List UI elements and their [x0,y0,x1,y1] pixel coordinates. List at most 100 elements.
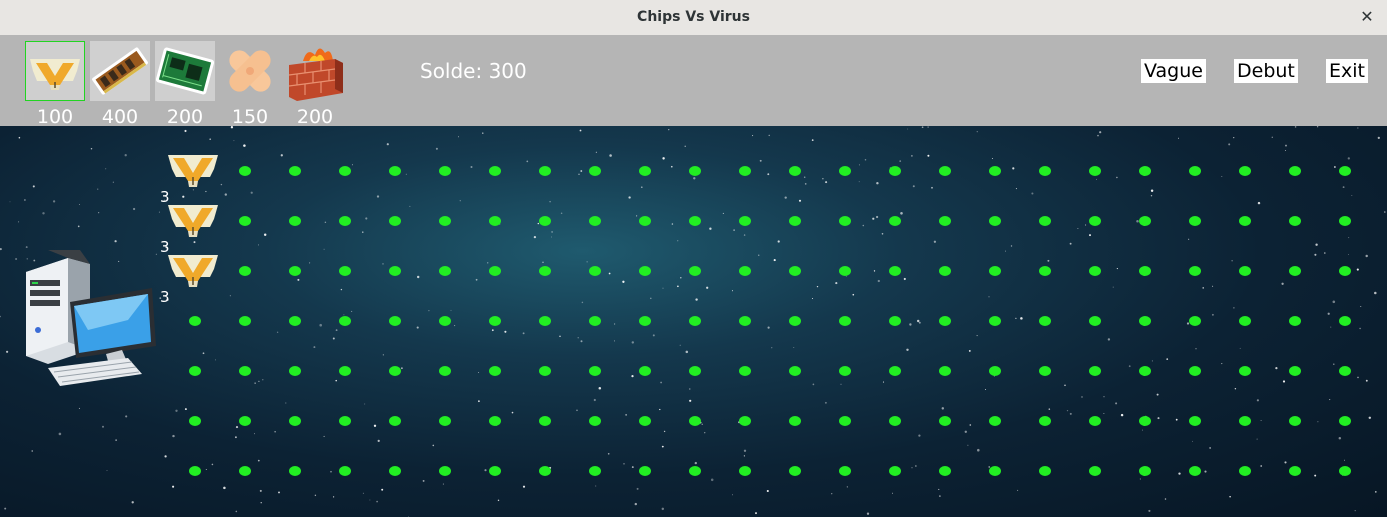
defender-chip-v[interactable] [166,249,220,293]
grid-cell[interactable] [889,216,901,226]
grid-cell[interactable] [539,466,551,476]
grid-cell[interactable] [339,316,351,326]
defender-chip-v[interactable] [166,199,220,243]
grid-cell[interactable] [1239,216,1251,226]
grid-cell[interactable] [289,266,301,276]
grid-cell[interactable] [1339,416,1351,426]
grid-cell[interactable] [389,216,401,226]
grid-cell[interactable] [1339,366,1351,376]
grid-cell[interactable] [889,366,901,376]
grid-cell[interactable] [989,466,1001,476]
grid-cell[interactable] [689,266,701,276]
shop-item-ram[interactable]: 400 [90,41,150,128]
grid-cell[interactable] [539,166,551,176]
grid-cell[interactable] [389,416,401,426]
grid-cell[interactable] [939,316,951,326]
grid-cell[interactable] [889,166,901,176]
grid-cell[interactable] [289,416,301,426]
grid-cell[interactable] [1239,316,1251,326]
grid-cell[interactable] [1039,316,1051,326]
grid-cell[interactable] [1189,416,1201,426]
grid-cell[interactable] [789,166,801,176]
grid-cell[interactable] [689,366,701,376]
grid-cell[interactable] [989,166,1001,176]
grid-cell[interactable] [789,316,801,326]
grid-cell[interactable] [839,366,851,376]
grid-cell[interactable] [539,416,551,426]
grid-cell[interactable] [389,166,401,176]
grid-cell[interactable] [239,316,251,326]
grid-cell[interactable] [339,366,351,376]
grid-cell[interactable] [539,216,551,226]
grid-cell[interactable] [489,416,501,426]
grid-cell[interactable] [1189,266,1201,276]
grid-cell[interactable] [1189,216,1201,226]
grid-cell[interactable] [439,416,451,426]
grid-cell[interactable] [589,416,601,426]
grid-cell[interactable] [789,216,801,226]
grid-cell[interactable] [239,166,251,176]
grid-cell[interactable] [1139,416,1151,426]
grid-cell[interactable] [639,166,651,176]
grid-cell[interactable] [1339,266,1351,276]
grid-cell[interactable] [889,266,901,276]
grid-cell[interactable] [589,466,601,476]
grid-cell[interactable] [589,316,601,326]
grid-cell[interactable] [289,366,301,376]
grid-cell[interactable] [1039,416,1051,426]
grid-cell[interactable] [1189,166,1201,176]
grid-cell[interactable] [1089,166,1101,176]
close-button[interactable]: ✕ [1355,6,1379,28]
grid-cell[interactable] [1239,166,1251,176]
shop-item-bandage[interactable]: 150 [220,41,280,128]
grid-cell[interactable] [989,416,1001,426]
grid-cell[interactable] [1089,416,1101,426]
grid-cell[interactable] [739,266,751,276]
grid-cell[interactable] [939,216,951,226]
grid-cell[interactable] [1089,466,1101,476]
grid-cell[interactable] [539,316,551,326]
grid-cell[interactable] [639,366,651,376]
grid-cell[interactable] [839,266,851,276]
grid-cell[interactable] [839,466,851,476]
grid-cell[interactable] [289,316,301,326]
grid-cell[interactable] [789,416,801,426]
grid-cell[interactable] [1139,216,1151,226]
grid-cell[interactable] [939,466,951,476]
grid-cell[interactable] [639,416,651,426]
grid-cell[interactable] [239,216,251,226]
start-button[interactable]: Debut [1234,59,1298,83]
grid-cell[interactable] [1339,466,1351,476]
grid-cell[interactable] [1289,466,1301,476]
grid-cell[interactable] [1039,266,1051,276]
grid-cell[interactable] [939,366,951,376]
grid-cell[interactable] [1339,166,1351,176]
grid-cell[interactable] [1139,366,1151,376]
grid-cell[interactable] [989,366,1001,376]
grid-cell[interactable] [589,266,601,276]
grid-cell[interactable] [989,316,1001,326]
grid-cell[interactable] [1289,166,1301,176]
grid-cell[interactable] [489,166,501,176]
shop-item-firewall[interactable]: 200 [285,41,345,128]
shop-item-circuit-board[interactable]: 200 [155,41,215,128]
grid-cell[interactable] [839,216,851,226]
grid-cell[interactable] [539,266,551,276]
grid-cell[interactable] [589,366,601,376]
grid-cell[interactable] [1189,466,1201,476]
grid-cell[interactable] [1139,466,1151,476]
grid-cell[interactable] [1239,466,1251,476]
grid-cell[interactable] [789,266,801,276]
wave-button[interactable]: Vague [1141,59,1206,83]
grid-cell[interactable] [489,266,501,276]
grid-cell[interactable] [1039,166,1051,176]
exit-button[interactable]: Exit [1326,59,1368,83]
grid-cell[interactable] [689,416,701,426]
grid-cell[interactable] [839,166,851,176]
grid-cell[interactable] [489,366,501,376]
grid-cell[interactable] [189,366,201,376]
grid-cell[interactable] [339,166,351,176]
grid-cell[interactable] [639,216,651,226]
grid-cell[interactable] [789,466,801,476]
grid-cell[interactable] [889,466,901,476]
